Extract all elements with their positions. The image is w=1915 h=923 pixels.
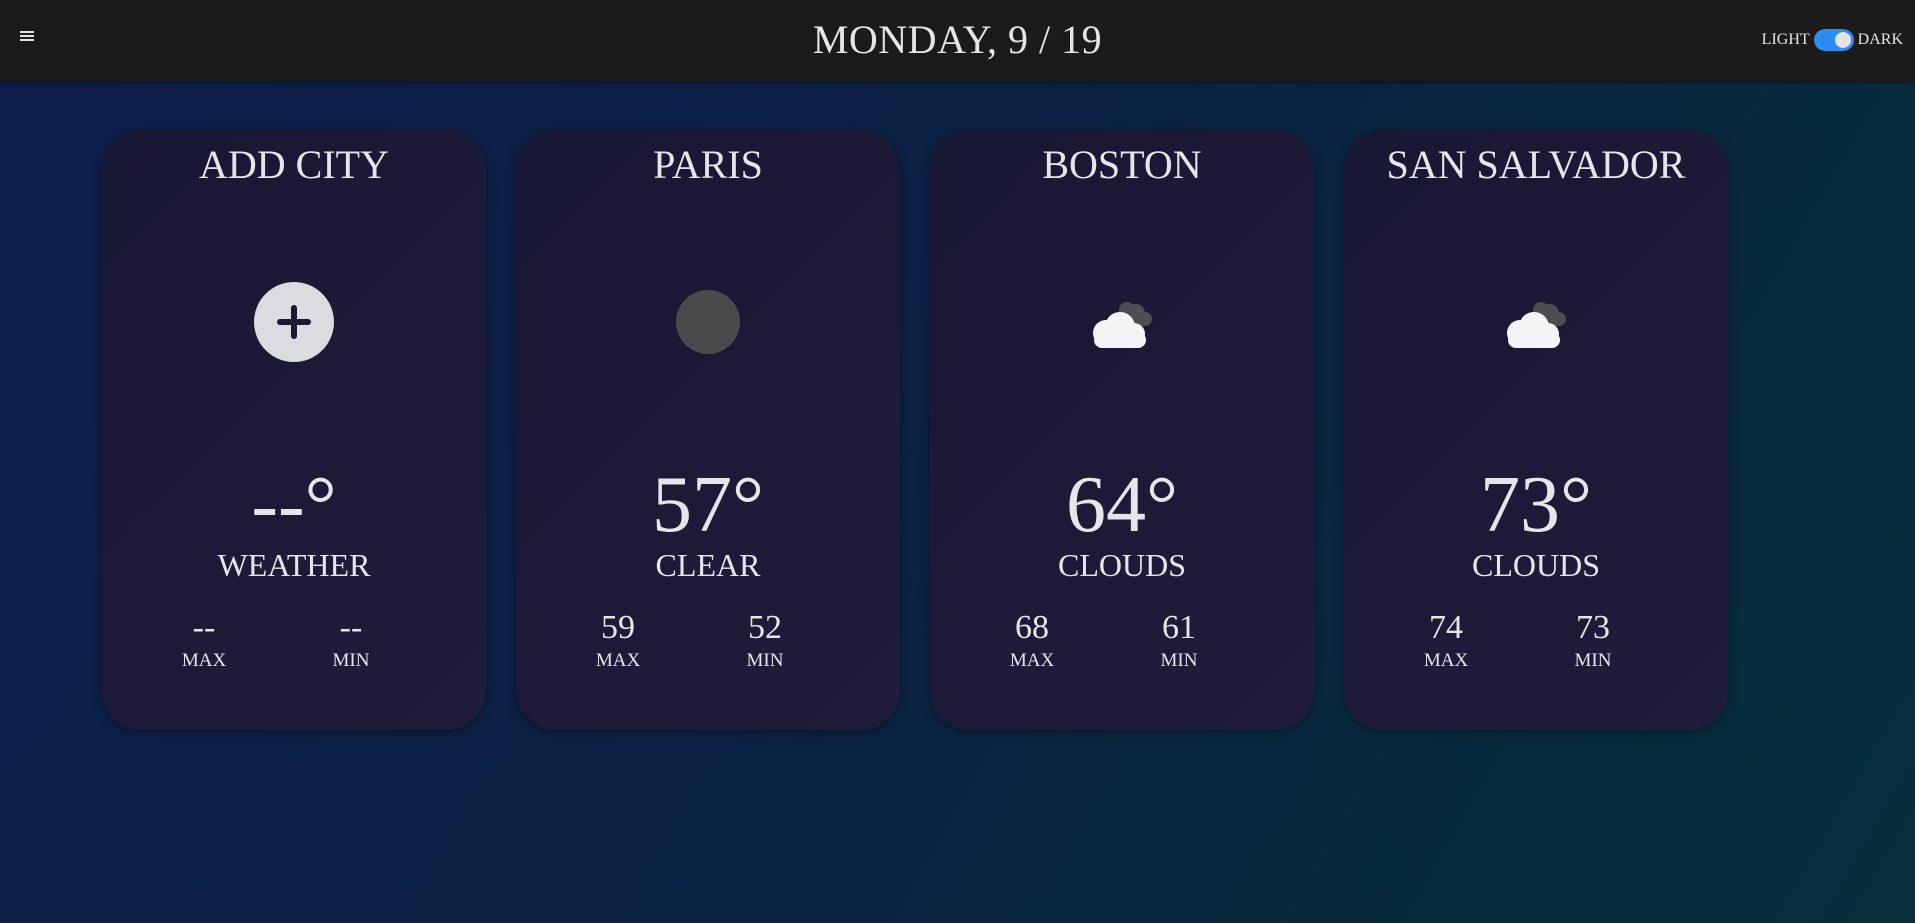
min-temp: 73 MIN — [1533, 608, 1653, 672]
light-label: LIGHT — [1761, 31, 1810, 48]
min-temp: 61 MIN — [1119, 608, 1239, 672]
cloud-icon — [1496, 282, 1576, 362]
min-temp-label: MIN — [1574, 650, 1612, 671]
max-temp: 68 MAX — [972, 608, 1092, 672]
cloud-icon — [1082, 282, 1162, 362]
min-temp-value: 61 — [1162, 609, 1196, 646]
page-title: MONDAY, 9 / 19 — [812, 17, 1103, 62]
max-temp-value: -- — [192, 609, 216, 646]
card-temperature: 64° — [1066, 461, 1178, 549]
card-temperature: 57° — [652, 461, 764, 549]
card-condition: CLEAR — [655, 547, 761, 583]
max-temp: 74 MAX — [1386, 608, 1506, 672]
card-city-name: ADD CITY — [199, 142, 389, 187]
city-card-boston[interactable]: BOSTON 64° CLOUDS 68 MAX 61 MIN — [930, 130, 1314, 730]
min-temp-label: MIN — [746, 650, 784, 671]
add-city-card[interactable]: ADD CITY --° WEATHER -- MAX -- MIN — [102, 130, 486, 730]
city-card-san-salvador[interactable]: SAN SALVADOR 73° CLOUDS 74 MAX 73 MIN — [1344, 130, 1728, 730]
max-temp-value: 74 — [1429, 609, 1463, 646]
min-temp: 52 MIN — [705, 608, 825, 672]
min-temp-label: MIN — [1160, 650, 1198, 671]
min-temp-value: 52 — [748, 609, 782, 646]
toggle-knob — [1834, 32, 1851, 48]
max-temp-value: 59 — [601, 609, 635, 646]
max-temp-label: MAX — [1009, 650, 1055, 671]
plus-circle-icon[interactable] — [254, 282, 334, 362]
max-temp-value: 68 — [1015, 609, 1049, 646]
card-temperature: --° — [251, 461, 337, 549]
min-temp-value: -- — [339, 609, 363, 646]
min-temp: -- MIN — [291, 608, 411, 672]
card-temperature: 73° — [1480, 461, 1592, 549]
max-temp-label: MAX — [595, 650, 641, 671]
card-city-name: BOSTON — [1042, 142, 1202, 187]
card-condition: CLOUDS — [1471, 547, 1600, 583]
card-city-name: PARIS — [653, 142, 763, 187]
card-city-name: SAN SALVADOR — [1386, 142, 1686, 187]
max-temp-label: MAX — [181, 650, 227, 671]
max-temp-label: MAX — [1423, 650, 1469, 671]
card-condition: WEATHER — [217, 547, 371, 583]
max-temp: 59 MAX — [558, 608, 678, 672]
dark-label: DARK — [1857, 31, 1903, 48]
moon-icon — [668, 282, 748, 362]
theme-switch: LIGHT DARK — [1762, 28, 1903, 52]
theme-toggle[interactable] — [1813, 29, 1854, 51]
top-bar: MONDAY, 9 / 19 LIGHT DARK — [0, 0, 1915, 81]
max-temp: -- MAX — [144, 608, 264, 672]
card-condition: CLOUDS — [1057, 547, 1186, 583]
city-card-paris[interactable]: PARIS 57° CLEAR 59 MAX 52 MIN — [516, 130, 900, 730]
city-cards: ADD CITY --° WEATHER -- MAX -- MIN PARIS… — [102, 130, 1758, 730]
min-temp-label: MIN — [332, 650, 370, 671]
min-temp-value: 73 — [1576, 609, 1610, 646]
